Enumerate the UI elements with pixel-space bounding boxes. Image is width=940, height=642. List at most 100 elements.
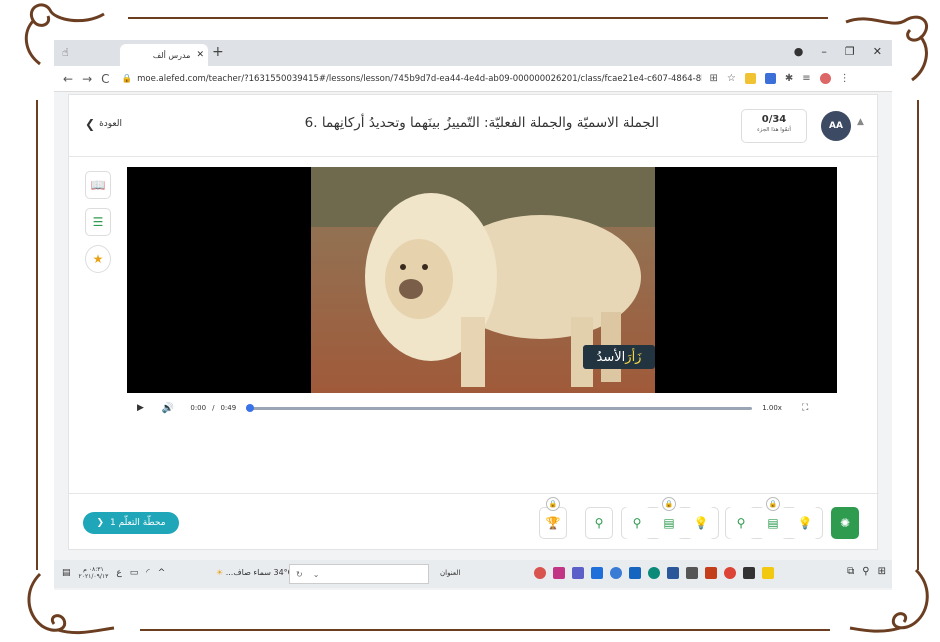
profile-icon[interactable]: ● xyxy=(794,45,804,58)
playback-speed[interactable]: 1.00x xyxy=(762,404,782,412)
play-icon[interactable]: ▶ xyxy=(137,403,144,413)
instagram-icon[interactable] xyxy=(553,567,565,579)
outlook-icon[interactable] xyxy=(591,567,603,579)
star-icon[interactable]: ☆ xyxy=(727,73,736,84)
window-controls: ● – ❐ ✕ xyxy=(794,45,882,58)
frame-top-line xyxy=(128,17,828,19)
document-button[interactable]: ▤ xyxy=(759,507,787,539)
refresh-icon[interactable]: ↻ xyxy=(296,570,303,579)
video-controls: ▶ 🔊 0:00 / 0:49 1.00x ⛶ xyxy=(127,399,837,417)
language-indicator[interactable]: ع xyxy=(116,568,121,578)
reload-icon[interactable]: C xyxy=(101,72,109,86)
task-view-icon[interactable]: ⧉ xyxy=(847,566,854,577)
lightbulb-icon: 💡 xyxy=(797,516,813,530)
translate-icon[interactable]: ⊞ xyxy=(710,73,718,84)
puzzle-icon[interactable]: ✱ xyxy=(785,73,793,84)
volume-icon[interactable]: 🔊 xyxy=(162,403,174,414)
app-icon[interactable] xyxy=(610,567,622,579)
fullscreen-icon[interactable]: ⛶ xyxy=(802,403,808,413)
back-label: العودة xyxy=(99,119,123,129)
star-tool-button[interactable]: ★ xyxy=(85,245,111,273)
minimize-button[interactable]: – xyxy=(821,45,827,58)
lock-icon: 🔒 xyxy=(662,497,676,511)
video-caption: زَأرَ الأسدُ xyxy=(583,345,655,369)
chevron-up-icon[interactable]: ▲ xyxy=(857,117,864,127)
book-icon: 📖 xyxy=(90,178,106,192)
dropdown-icon[interactable]: ⌄ xyxy=(313,570,320,579)
reading-list-icon[interactable]: ≡ xyxy=(802,73,810,84)
current-time: 0:00 xyxy=(190,404,207,412)
avatar[interactable]: AA xyxy=(821,111,851,141)
brain-button[interactable]: ✺ xyxy=(831,507,859,539)
back-button[interactable]: ❮ العودة xyxy=(85,117,122,131)
chrome-icon[interactable] xyxy=(724,567,736,579)
tab-bar: ☝ مدرس ألف ✕ + ● – ❐ ✕ xyxy=(54,40,892,66)
extension-avatar-icon[interactable] xyxy=(819,73,831,84)
trophy-button[interactable]: 🏆 xyxy=(539,507,567,539)
notification-icon[interactable]: ▤ xyxy=(62,568,71,578)
battery-icon[interactable]: ▭ xyxy=(130,568,139,578)
close-icon[interactable]: ✕ xyxy=(196,50,204,60)
new-tab-button[interactable]: + xyxy=(212,44,224,60)
lesson-footer: محطّة التعلّم 1 ❮ 🏆 🔒 ⚲ ⚲ ▤ 🔒 💡 ⚲ ▤ 🔒 💡 … xyxy=(69,493,879,551)
word-icon[interactable] xyxy=(667,567,679,579)
taskbar-apps xyxy=(534,567,774,579)
url-text: moe.alefed.com/teacher/?1631550039415#/l… xyxy=(137,73,702,84)
address-bar: ← → C 🔒 moe.alefed.com/teacher/?163155003… xyxy=(54,66,892,92)
restore-button[interactable]: ❐ xyxy=(845,45,855,58)
progress-label: أتمّوا هذا الجزء xyxy=(757,127,791,133)
forward-arrow-icon[interactable]: → xyxy=(82,72,92,86)
browser-window: ☝ مدرس ألف ✕ + ● – ❐ ✕ ← → C 🔒 moe.alefed… xyxy=(54,40,892,590)
extension-blue-icon[interactable] xyxy=(764,73,776,84)
close-window-button[interactable]: ✕ xyxy=(873,45,882,58)
frame-left-line xyxy=(36,100,38,570)
caption-text: الأسدُ xyxy=(596,349,626,365)
windows-start-icon[interactable]: ⊞ xyxy=(878,566,886,577)
app-icon[interactable] xyxy=(534,567,546,579)
clock-time: ٠٨:٣١ م xyxy=(83,566,104,573)
seek-bar[interactable] xyxy=(246,403,753,412)
lesson-app: ❮ العودة الجملة الاسميّة والجملة الفعليّ… xyxy=(68,94,879,551)
app-icon[interactable] xyxy=(686,567,698,579)
weather-widget[interactable]: 34°C سماء صاف... ☀ xyxy=(216,568,293,577)
seek-thumb[interactable] xyxy=(246,403,255,412)
list-icon: ☰ xyxy=(92,215,104,229)
trophy-icon: 🏆 xyxy=(545,516,561,530)
taskbar-clock[interactable]: ٠٨:٣١ م ٢٠٢١/٠٩/١٣ xyxy=(79,566,109,580)
search-button[interactable]: ⚲ xyxy=(585,507,613,539)
search-icon: ⚲ xyxy=(736,516,746,530)
edge-icon[interactable] xyxy=(648,567,660,579)
extension-toolbar: ⊞ ☆ ✱ ≡ ⋮ xyxy=(710,73,850,84)
windows-taskbar: ▤ ٠٨:٣١ م ٢٠٢١/٠٩/١٣ ع ▭ ◜ ^ 34°C سماء ص… xyxy=(54,560,892,588)
wifi-icon[interactable]: ◜ xyxy=(146,568,150,578)
lightbulb-button[interactable]: 💡 xyxy=(791,507,819,539)
video-player[interactable]: زَأرَ الأسدُ xyxy=(127,167,837,393)
clock-date: ٢٠٢١/٠٩/١٣ xyxy=(78,573,109,580)
powerpoint-icon[interactable] xyxy=(705,567,717,579)
search-button[interactable]: ⚲ xyxy=(727,507,755,539)
book-tool-button[interactable]: 📖 xyxy=(85,171,111,199)
teams-icon[interactable] xyxy=(572,567,584,579)
lightbulb-button[interactable]: 💡 xyxy=(687,507,715,539)
menu-dots-icon[interactable]: ⋮ xyxy=(840,73,850,84)
search-icon[interactable]: ⚲ xyxy=(862,566,869,577)
frame-right-line xyxy=(917,100,919,570)
url-field[interactable]: 🔒 moe.alefed.com/teacher/?1631550039415#/… xyxy=(122,74,702,84)
brain-icon: ✺ xyxy=(839,516,851,530)
learning-station-button[interactable]: محطّة التعلّم 1 ❮ xyxy=(83,512,179,534)
list-tool-button[interactable]: ☰ xyxy=(85,208,111,236)
back-arrow-icon[interactable]: ← xyxy=(63,72,73,86)
document-button[interactable]: ▤ xyxy=(655,507,683,539)
weather-text: 34°C سماء صاف... xyxy=(225,568,294,577)
chevron-up-icon[interactable]: ^ xyxy=(158,568,166,578)
extension-yellow-icon[interactable] xyxy=(744,73,756,84)
browser-tab[interactable]: مدرس ألف ✕ xyxy=(120,44,208,66)
app-icon[interactable] xyxy=(629,567,641,579)
system-tray: ▤ ٠٨:٣١ م ٢٠٢١/٠٩/١٣ ع ▭ ◜ ^ xyxy=(62,566,165,580)
file-explorer-icon[interactable] xyxy=(762,567,774,579)
address-toolbar-input[interactable]: ↻ ⌄ xyxy=(289,564,429,584)
lock-icon: 🔒 xyxy=(546,497,560,511)
store-icon[interactable] xyxy=(743,567,755,579)
document-icon: ▤ xyxy=(767,516,779,530)
search-button[interactable]: ⚲ xyxy=(623,507,651,539)
